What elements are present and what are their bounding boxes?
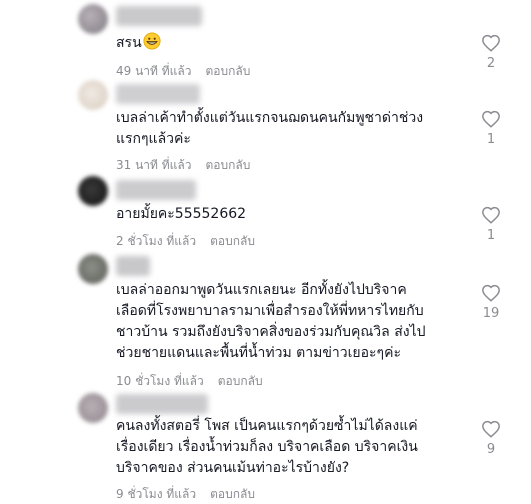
like-count: 1 <box>486 228 496 243</box>
comment-time: 9 ชั่วโมง ที่แล้ว <box>116 487 197 501</box>
comment-text: เบลล่าออกมาพูดวันแรกเลยนะ อีกทั้งยังไปบร… <box>116 282 426 361</box>
heart-icon[interactable] <box>481 34 501 52</box>
comment-text-content: สรน <box>116 35 142 51</box>
comment-meta: 49 นาที ที่แล้ว ตอบกลับ <box>116 62 250 81</box>
like-button[interactable]: 2 <box>476 34 506 71</box>
grinning-face-icon <box>143 32 161 50</box>
reply-button[interactable]: ตอบกลับ <box>210 234 255 248</box>
like-button[interactable]: 9 <box>476 420 506 457</box>
username-blurred[interactable] <box>116 180 196 200</box>
avatar[interactable] <box>78 4 108 34</box>
comment-text: คนลงทั้งสตอรี่ โพส เป็นคนแรกๆด้วยซ้ำไม่ไ… <box>116 418 418 476</box>
avatar[interactable] <box>78 80 108 110</box>
heart-icon[interactable] <box>481 206 501 224</box>
comment-meta: 10 ชั่วโมง ที่แล้ว ตอบกลับ <box>116 372 263 391</box>
comment-text: สรน <box>116 32 466 54</box>
username-blurred[interactable] <box>116 84 200 104</box>
like-count: 1 <box>486 132 496 147</box>
like-button[interactable]: 1 <box>476 110 506 147</box>
comment-meta: 31 นาที ที่แล้ว ตอบกลับ <box>116 156 250 175</box>
reply-button[interactable]: ตอบกลับ <box>218 374 263 388</box>
like-count: 2 <box>486 56 496 71</box>
username-blurred[interactable] <box>116 394 208 414</box>
username-blurred[interactable] <box>116 256 150 276</box>
heart-icon[interactable] <box>481 110 501 128</box>
like-button[interactable]: 1 <box>476 206 506 243</box>
comment-meta: 9 ชั่วโมง ที่แล้ว ตอบกลับ <box>116 485 255 504</box>
reply-button[interactable]: ตอบกลับ <box>206 158 251 172</box>
username-blurred[interactable] <box>116 6 202 26</box>
comment-time: 10 ชั่วโมง ที่แล้ว <box>116 374 204 388</box>
like-button[interactable]: 19 <box>476 284 506 321</box>
like-count: 9 <box>486 442 496 457</box>
heart-icon[interactable] <box>481 420 501 438</box>
heart-icon[interactable] <box>481 284 501 302</box>
comment-time: 49 นาที ที่แล้ว <box>116 64 192 78</box>
avatar[interactable] <box>78 176 108 206</box>
reply-button[interactable]: ตอบกลับ <box>210 487 255 501</box>
comment-meta: 2 ชั่วโมง ที่แล้ว ตอบกลับ <box>116 232 255 251</box>
comment-text: เบลล่าเค้าทำตั้งแต่วันแรกจนฌดนคนกัมพูชาด… <box>116 110 424 147</box>
comment-time: 2 ชั่วโมง ที่แล้ว <box>116 234 197 248</box>
comment-text: อายมั้ยคะ55552662 <box>116 206 247 222</box>
avatar[interactable] <box>78 254 108 284</box>
comment-time: 31 นาที ที่แล้ว <box>116 158 192 172</box>
like-count: 19 <box>482 306 500 321</box>
reply-button[interactable]: ตอบกลับ <box>206 64 251 78</box>
avatar[interactable] <box>78 393 108 423</box>
